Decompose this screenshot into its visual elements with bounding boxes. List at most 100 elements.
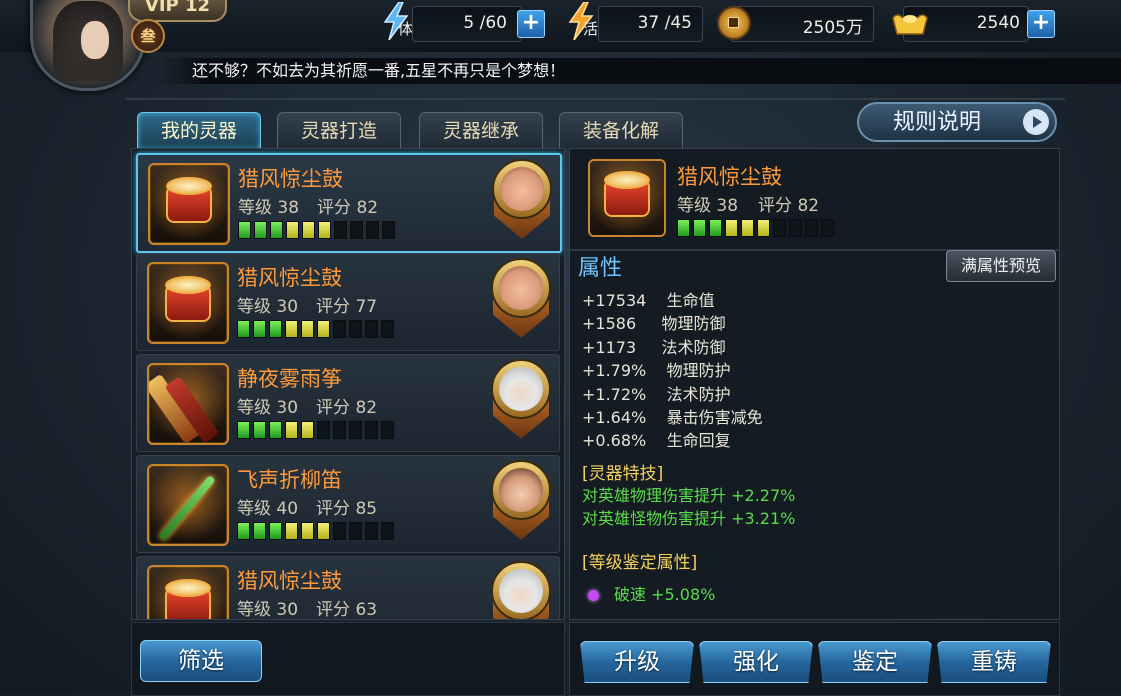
quality-pip	[253, 320, 266, 338]
attribute-row: +1.79% 物理防护	[582, 361, 731, 381]
quality-pip	[821, 219, 834, 237]
item-score: 评分 82	[316, 398, 378, 418]
quality-pips	[238, 221, 398, 239]
list-item[interactable]: 猎风惊尘鼓 等级 30 评分 77	[136, 253, 560, 351]
quality-pip	[301, 522, 314, 540]
frame-divider	[125, 98, 1065, 100]
quality-pip	[318, 221, 331, 239]
quality-pip	[285, 421, 298, 439]
quality-pip	[333, 421, 346, 439]
quality-pip	[741, 219, 754, 237]
equipped-hero-portrait[interactable]	[491, 359, 551, 439]
quality-pip	[677, 219, 690, 237]
drum-artifact-icon	[148, 163, 230, 245]
item-score: 评分 77	[316, 297, 378, 317]
announcement-ticker: 还不够？不如去为其祈愿一番,五星不再只是个梦想！	[160, 58, 1121, 84]
tab-artifact-forge[interactable]: 灵器打造	[277, 112, 401, 149]
drum-artifact-icon	[147, 262, 229, 344]
quality-pip	[254, 221, 267, 239]
skill-row: 对英雄怪物伤害提升 +3.21%	[582, 509, 796, 528]
copper-display: 2505万	[730, 6, 874, 42]
quality-pips	[237, 320, 397, 338]
attribute-row: +1173 法术防御	[582, 337, 726, 357]
quality-pip	[238, 221, 251, 239]
quality-pip	[270, 221, 283, 239]
appraise-button[interactable]: 鉴定	[818, 641, 932, 683]
list-item[interactable]: 猎风惊尘鼓 等级 30 评分 63	[136, 556, 560, 620]
rules-button[interactable]: 规则说明	[857, 102, 1057, 142]
quality-pip	[725, 219, 738, 237]
zither-artifact-icon	[147, 363, 229, 445]
item-name: 静夜雾雨筝	[237, 367, 342, 391]
quality-pip	[237, 522, 250, 540]
quality-pip	[285, 522, 298, 540]
rank-badge: 叁	[131, 19, 165, 53]
filter-button[interactable]: 筛选	[140, 640, 262, 682]
attribute-list: +17534 生命值 +1586 物理防御 +1173 法术防御 +1.79% …	[582, 289, 763, 453]
quality-pip	[382, 221, 395, 239]
quality-pip	[381, 522, 394, 540]
item-name: 猎风惊尘鼓	[237, 266, 342, 290]
quality-pip	[334, 221, 347, 239]
equipped-hero-portrait[interactable]	[491, 460, 551, 540]
recast-button[interactable]: 重铸	[937, 641, 1051, 683]
quality-pip	[757, 219, 770, 237]
gold-value: 2540	[976, 13, 1020, 33]
flute-artifact-icon	[147, 464, 229, 546]
skill-section-title: [灵器特技]	[582, 464, 664, 484]
equipped-hero-portrait[interactable]	[491, 258, 551, 338]
list-item[interactable]: 静夜雾雨筝 等级 30 评分 82	[136, 354, 560, 452]
quality-pip	[349, 421, 362, 439]
quality-pip	[381, 320, 394, 338]
quality-pip	[365, 320, 378, 338]
vitality-value: 37 /45	[637, 13, 692, 33]
quality-pip	[286, 221, 299, 239]
quality-pip	[269, 421, 282, 439]
quality-pip	[317, 421, 330, 439]
full-attributes-preview-button[interactable]: 满属性预览	[946, 250, 1056, 282]
equipped-hero-portrait[interactable]	[491, 561, 551, 619]
upgrade-button[interactable]: 升级	[580, 641, 694, 683]
item-level: 等级 38	[238, 198, 300, 218]
artifact-detail-panel: 猎风惊尘鼓 等级 38 评分 82 属性 满属性预览 +17534 生命值 +15…	[569, 148, 1060, 620]
list-item[interactable]: 飞声折柳笛 等级 40 评分 85	[136, 455, 560, 553]
tab-my-artifacts[interactable]: 我的灵器	[137, 112, 261, 149]
attribute-row: +1.64% 暴击伤害减免	[582, 408, 763, 428]
add-gold-button[interactable]: +	[1027, 10, 1055, 38]
item-score: 评分 85	[316, 499, 378, 519]
quality-pips	[237, 421, 397, 439]
rules-button-label: 规则说明	[893, 110, 982, 135]
quality-pip	[253, 421, 266, 439]
quality-pip	[269, 320, 282, 338]
quality-pips	[677, 219, 837, 238]
quality-pip	[285, 320, 298, 338]
quality-pip	[333, 522, 346, 540]
appraisal-row: 破速 +5.08%	[614, 585, 716, 604]
add-stamina-button[interactable]: +	[517, 10, 545, 38]
skill-row: 对英雄物理伤害提升 +2.27%	[582, 486, 796, 505]
detail-score: 评分 82	[758, 196, 820, 216]
tab-artifact-inherit[interactable]: 灵器继承	[419, 112, 543, 149]
artifact-list[interactable]: 猎风惊尘鼓 等级 38 评分 82 猎风惊尘鼓 等级 30 评分 77 静夜雾雨筝 …	[131, 148, 565, 620]
quality-pip	[350, 221, 363, 239]
quality-pip	[237, 320, 250, 338]
avatar-face	[81, 21, 109, 59]
appraisal-section-title: [等级鉴定属性]	[582, 553, 698, 573]
quality-pips	[237, 522, 397, 540]
enhance-button[interactable]: 强化	[699, 641, 813, 683]
item-score: 评分 63	[316, 600, 378, 620]
item-level: 等级 30	[237, 398, 299, 418]
quality-pip	[381, 421, 394, 439]
detail-name: 猎风惊尘鼓	[677, 165, 782, 189]
quality-pip	[302, 221, 315, 239]
quality-pip	[773, 219, 786, 237]
attributes-title: 属性	[578, 256, 623, 281]
item-stats: 等级 30 评分 77	[237, 292, 395, 317]
detail-level: 等级 38	[677, 196, 739, 216]
equipped-hero-portrait[interactable]	[492, 159, 552, 239]
list-item[interactable]: 猎风惊尘鼓 等级 38 评分 82	[136, 153, 562, 253]
item-stats: 等级 30 评分 63	[237, 595, 395, 620]
quality-pip	[301, 320, 314, 338]
tab-equipment-dissolve[interactable]: 装备化解	[559, 112, 683, 149]
quality-pip	[365, 421, 378, 439]
